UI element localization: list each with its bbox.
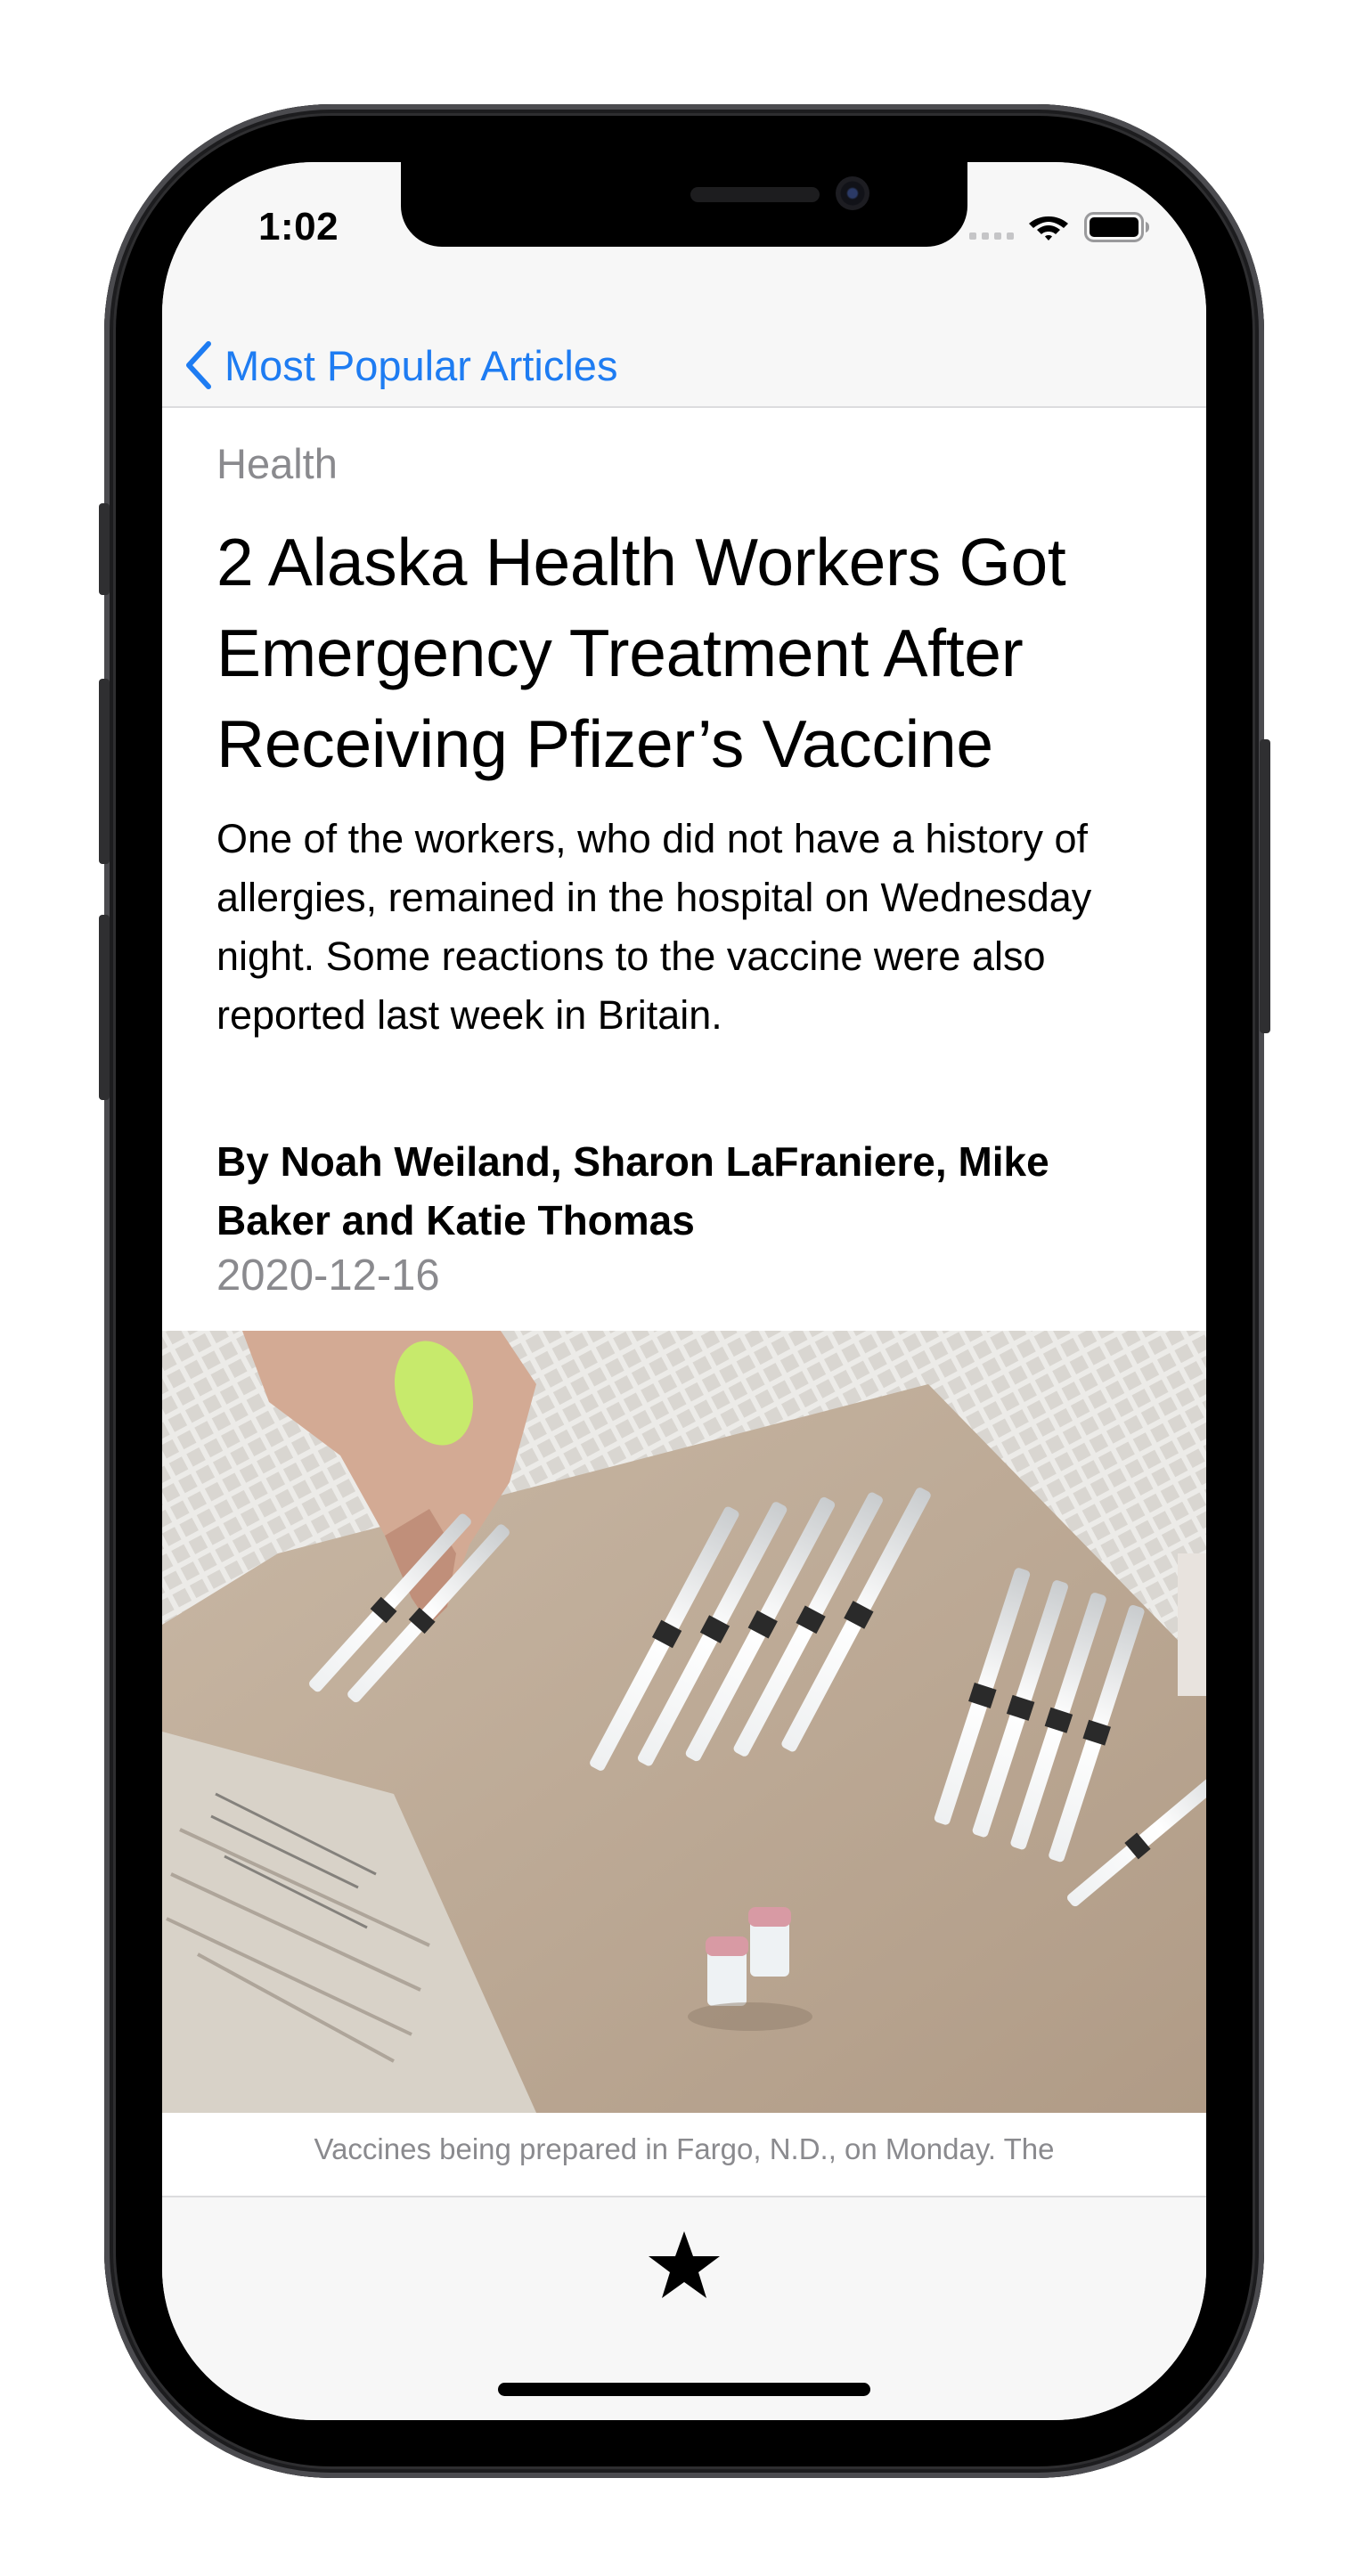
article-date: 2020-12-16 [216, 1251, 440, 1300]
wifi-icon [1029, 216, 1068, 240]
syringes-photo-illustration [162, 1331, 1206, 2113]
article-section: Health [216, 440, 338, 487]
status-time: 1:02 [258, 205, 339, 249]
article-photo [162, 1331, 1206, 2113]
mute-switch [99, 503, 110, 595]
volume-down-button [99, 915, 110, 1100]
article-abstract: One of the workers, who did not have a h… [216, 816, 1092, 1038]
screen: 1:02 Most Popular Articles Health 2 Alas… [162, 162, 1206, 2420]
chevron-left-icon [186, 341, 211, 389]
notch [401, 162, 967, 247]
status-bar: 1:02 [162, 162, 1206, 322]
article-byline: By Noah Weiland, Sharon LaFraniere, Mike… [216, 1138, 1049, 1243]
volume-up-button [99, 679, 110, 864]
earpiece-speaker [690, 187, 820, 202]
home-indicator[interactable] [498, 2383, 870, 2396]
photo-caption: Vaccines being prepared in Fargo, N.D., … [314, 2132, 1055, 2165]
front-camera [836, 176, 869, 210]
power-button [1260, 739, 1270, 1033]
article-headline: 2 Alaska Health Workers Got Emergency Tr… [216, 525, 1066, 781]
article-detail: Health 2 Alaska Health Workers Got Emerg… [162, 410, 1206, 2191]
battery-icon [1084, 212, 1149, 242]
back-button-label: Most Popular Articles [224, 341, 618, 389]
star-icon[interactable] [645, 2226, 723, 2304]
tab-bar [162, 2196, 1206, 2420]
back-button[interactable]: Most Popular Articles [182, 322, 617, 408]
navigation-bar: Most Popular Articles [162, 322, 1206, 408]
cellular-signal-icon [969, 232, 1014, 240]
